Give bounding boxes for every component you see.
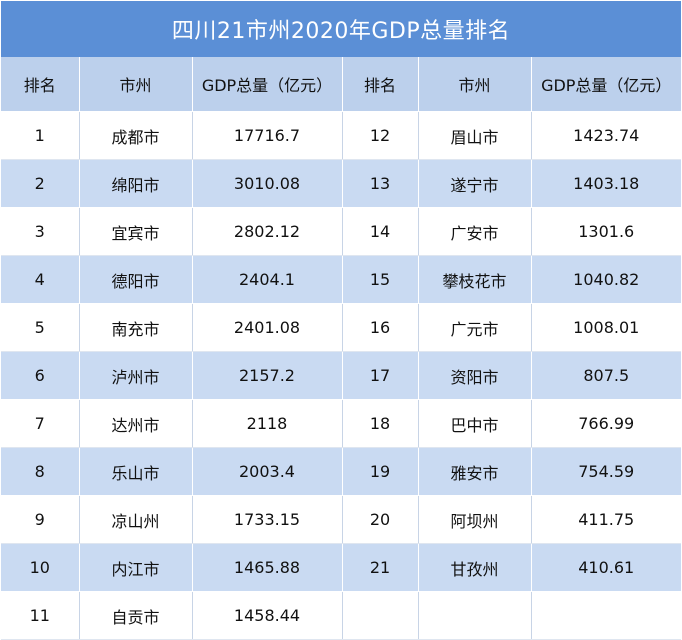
rank-cell: 10 — [1, 543, 80, 592]
table-row: 2 绵阳市 3010.08 13 遂宁市 1403.18 — [1, 159, 681, 208]
rank-cell: 8 — [1, 447, 80, 496]
rank-cell: 15 — [342, 255, 419, 304]
gdp-cell: 3010.08 — [192, 159, 343, 208]
rank-cell: 16 — [342, 303, 419, 352]
city-cell: 遂宁市 — [418, 159, 532, 208]
gdp-cell: 1403.18 — [531, 159, 681, 208]
gdp-cell: 1733.15 — [192, 495, 343, 544]
gdp-cell: 2118 — [192, 399, 343, 448]
table-title: 四川21市州2020年GDP总量排名 — [1, 1, 681, 57]
rank-cell: 6 — [1, 351, 80, 400]
table-row: 1 成都市 17716.7 12 眉山市 1423.74 — [1, 111, 681, 160]
city-cell: 德阳市 — [79, 255, 193, 304]
gdp-cell: 766.99 — [531, 399, 681, 448]
table-row: 5 南充市 2401.08 16 广元市 1008.01 — [1, 303, 681, 352]
header-row: 排名 市州 GDP总量（亿元） 排名 市州 GDP总量（亿元） — [1, 57, 681, 112]
header-city-right: 市州 — [418, 57, 532, 112]
city-cell: 乐山市 — [79, 447, 193, 496]
city-cell: 宜宾市 — [79, 207, 193, 256]
city-cell: 绵阳市 — [79, 159, 193, 208]
header-rank-left: 排名 — [1, 57, 80, 112]
city-cell: 资阳市 — [418, 351, 532, 400]
rank-cell: 13 — [342, 159, 419, 208]
city-cell: 阿坝州 — [418, 495, 532, 544]
gdp-cell: 2003.4 — [192, 447, 343, 496]
gdp-cell: 410.61 — [531, 543, 681, 592]
header-rank-right: 排名 — [342, 57, 419, 112]
rank-cell: 9 — [1, 495, 80, 544]
gdp-cell: 17716.7 — [192, 111, 343, 160]
city-cell: 自贡市 — [79, 591, 193, 640]
city-cell — [418, 591, 532, 640]
gdp-cell: 1301.6 — [531, 207, 681, 256]
city-cell: 攀枝花市 — [418, 255, 532, 304]
city-cell: 南充市 — [79, 303, 193, 352]
header-city-left: 市州 — [79, 57, 193, 112]
rank-cell: 11 — [1, 591, 80, 640]
rank-cell: 4 — [1, 255, 80, 304]
rank-cell: 7 — [1, 399, 80, 448]
rank-cell: 1 — [1, 111, 80, 160]
rank-cell: 17 — [342, 351, 419, 400]
table-row: 7 达州市 2118 18 巴中市 766.99 — [1, 399, 681, 448]
rank-cell: 21 — [342, 543, 419, 592]
table-row: 3 宜宾市 2802.12 14 广安市 1301.6 — [1, 207, 681, 256]
header-gdp-right: GDP总量（亿元） — [531, 57, 681, 112]
city-cell: 凉山州 — [79, 495, 193, 544]
gdp-cell — [531, 591, 681, 640]
rank-cell: 20 — [342, 495, 419, 544]
city-cell: 雅安市 — [418, 447, 532, 496]
rank-cell: 12 — [342, 111, 419, 160]
gdp-ranking-table-image: 四川21市州2020年GDP总量排名 排名 市州 GDP总量（亿元） 排名 市州… — [1, 1, 681, 640]
gdp-table: 排名 市州 GDP总量（亿元） 排名 市州 GDP总量（亿元） 1 成都市 17… — [1, 57, 681, 640]
table-row: 11 自贡市 1458.44 — [1, 591, 681, 640]
gdp-cell: 2404.1 — [192, 255, 343, 304]
rank-cell: 19 — [342, 447, 419, 496]
city-cell: 广安市 — [418, 207, 532, 256]
table-row: 10 内江市 1465.88 21 甘孜州 410.61 — [1, 543, 681, 592]
gdp-cell: 2802.12 — [192, 207, 343, 256]
gdp-cell: 1423.74 — [531, 111, 681, 160]
header-gdp-left: GDP总量（亿元） — [192, 57, 343, 112]
city-cell: 达州市 — [79, 399, 193, 448]
city-cell: 泸州市 — [79, 351, 193, 400]
city-cell: 内江市 — [79, 543, 193, 592]
rank-cell: 5 — [1, 303, 80, 352]
city-cell: 眉山市 — [418, 111, 532, 160]
table-row: 9 凉山州 1733.15 20 阿坝州 411.75 — [1, 495, 681, 544]
table-row: 6 泸州市 2157.2 17 资阳市 807.5 — [1, 351, 681, 400]
gdp-cell: 411.75 — [531, 495, 681, 544]
city-cell: 巴中市 — [418, 399, 532, 448]
city-cell: 甘孜州 — [418, 543, 532, 592]
gdp-cell: 1458.44 — [192, 591, 343, 640]
rank-cell: 14 — [342, 207, 419, 256]
rank-cell: 3 — [1, 207, 80, 256]
table-row: 4 德阳市 2404.1 15 攀枝花市 1040.82 — [1, 255, 681, 304]
gdp-cell: 2401.08 — [192, 303, 343, 352]
gdp-cell: 1008.01 — [531, 303, 681, 352]
rank-cell — [342, 591, 419, 640]
gdp-cell: 1465.88 — [192, 543, 343, 592]
gdp-cell: 807.5 — [531, 351, 681, 400]
gdp-cell: 754.59 — [531, 447, 681, 496]
gdp-cell: 2157.2 — [192, 351, 343, 400]
rank-cell: 18 — [342, 399, 419, 448]
gdp-cell: 1040.82 — [531, 255, 681, 304]
city-cell: 广元市 — [418, 303, 532, 352]
city-cell: 成都市 — [79, 111, 193, 160]
table-row: 8 乐山市 2003.4 19 雅安市 754.59 — [1, 447, 681, 496]
rank-cell: 2 — [1, 159, 80, 208]
